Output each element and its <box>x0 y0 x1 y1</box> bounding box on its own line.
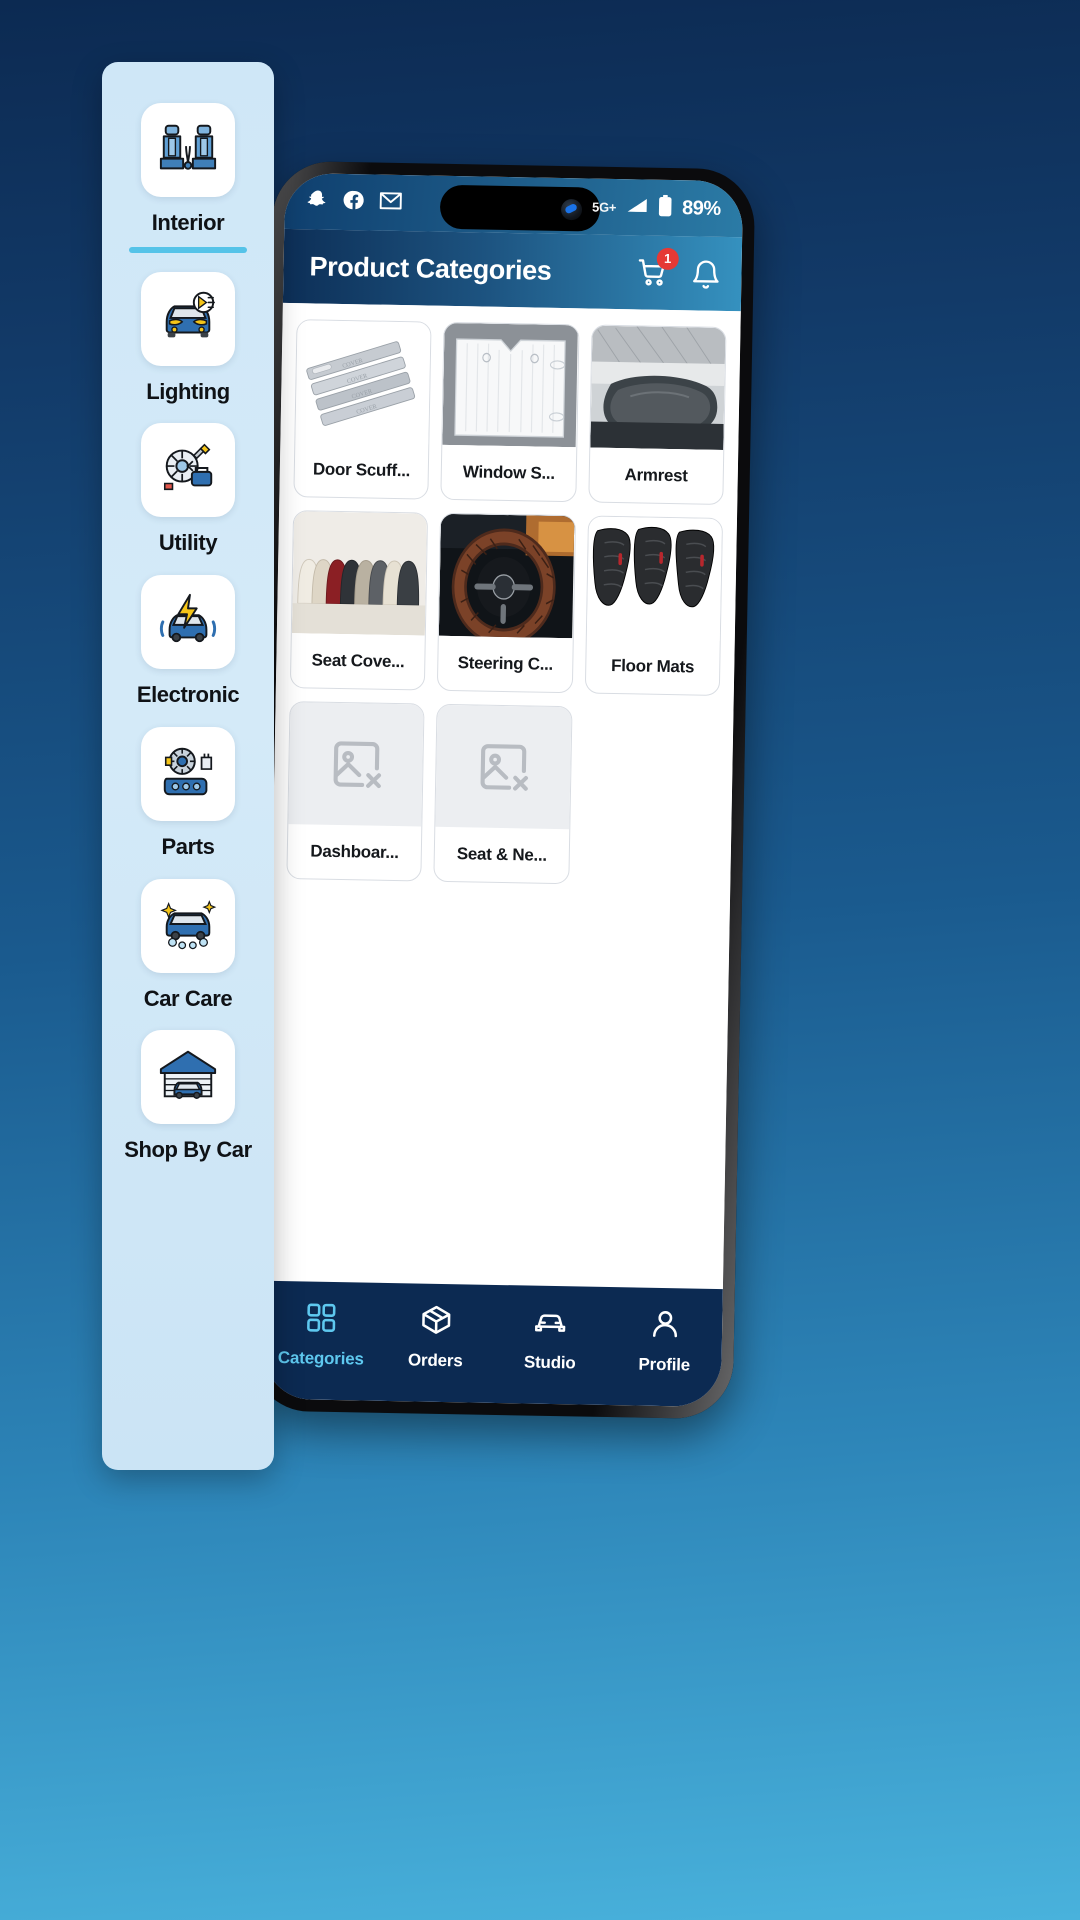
nav-label: Profile <box>638 1354 691 1375</box>
battery-icon <box>658 194 673 221</box>
active-indicator <box>129 246 247 253</box>
gmail-icon <box>379 190 403 215</box>
category-sidebar: Interior Lighting Utility Electronic Par… <box>102 62 274 1470</box>
package-box-icon <box>419 1303 454 1343</box>
sidebar-item-shop-by-car[interactable]: Shop By Car <box>102 1019 274 1169</box>
product-card-dashboard[interactable]: Dashboar... <box>286 701 425 882</box>
grid-squares-icon <box>304 1300 339 1340</box>
category-tile <box>141 878 235 973</box>
product-thumb-door-scuff-plates: COVER COVER COVER COVER <box>295 320 431 445</box>
sidebar-item-label: Electronic <box>136 682 240 708</box>
network-type-label: 5G+ <box>591 199 617 215</box>
sidebar-item-interior[interactable]: Interior <box>102 92 274 259</box>
sidebar-item-parts[interactable]: Parts <box>102 716 274 866</box>
nav-item-orders[interactable]: Orders <box>378 1302 494 1372</box>
person-icon <box>648 1307 683 1347</box>
front-camera-icon <box>560 198 583 220</box>
car-electric-icon <box>157 589 219 656</box>
cart-button[interactable]: 1 <box>636 247 679 289</box>
product-card-steering-cover[interactable]: Steering C... <box>437 512 576 694</box>
sidebar-item-label: Parts <box>161 833 215 859</box>
phone-device-frame: 5G+ 89% Product Categories 1 COVER COVER… <box>250 160 756 1420</box>
snapchat-icon <box>307 188 329 215</box>
garage-icon <box>157 1044 219 1111</box>
product-card-floor-mats[interactable]: Floor Mats <box>584 515 724 696</box>
sidebar-item-car-care[interactable]: Car Care <box>102 868 274 1018</box>
car-wash-icon <box>157 892 219 959</box>
sidebar-item-lighting[interactable]: Lighting <box>102 261 274 411</box>
product-label: Seat & Ne... <box>456 844 547 865</box>
product-label: Armrest <box>624 465 688 486</box>
sidebar-item-label: Lighting <box>146 378 230 404</box>
header-actions: 1 <box>636 247 722 290</box>
battery-percentage-label: 89% <box>681 196 721 220</box>
car-tools-icon <box>157 437 219 504</box>
product-thumb-floor-mats <box>586 516 722 641</box>
category-tile <box>141 575 235 670</box>
product-thumb-broken-image <box>288 702 424 827</box>
product-label: Steering C... <box>457 653 554 674</box>
sidebar-item-electronic[interactable]: Electronic <box>102 564 274 714</box>
camera-pill-cutout <box>439 184 601 232</box>
nav-item-categories[interactable]: Categories <box>263 1300 379 1370</box>
product-thumb-car-armrest <box>589 325 726 450</box>
car-seats-icon <box>157 117 219 184</box>
product-thumb-steering-cover <box>439 513 575 639</box>
cart-badge-count: 1 <box>656 247 679 271</box>
nav-item-studio[interactable]: Studio <box>492 1304 608 1374</box>
product-label: Floor Mats <box>610 655 695 677</box>
product-card-seat-neck[interactable]: Seat & Ne... <box>433 703 573 885</box>
app-header: Product Categories 1 <box>282 228 743 312</box>
category-tile <box>141 726 235 821</box>
product-thumb-seat-covers <box>291 511 428 636</box>
product-label: Window S... <box>462 462 555 483</box>
facebook-icon <box>343 188 365 215</box>
nav-label: Studio <box>523 1352 576 1373</box>
product-grid-container: COVER COVER COVER COVER Door Scuff... Wi… <box>264 302 741 1290</box>
product-label: Door Scuff... <box>312 459 411 481</box>
category-tile <box>141 1030 235 1125</box>
sidebar-item-label: Shop By Car <box>124 1137 252 1163</box>
product-label: Dashboar... <box>310 841 399 863</box>
car-headlight-icon <box>157 285 219 352</box>
product-card-seat-covers[interactable]: Seat Cove... <box>289 510 429 691</box>
category-tile <box>141 423 235 518</box>
product-thumb-window-sunshade <box>442 322 579 448</box>
page-title: Product Categories <box>309 250 552 286</box>
car-front-icon <box>532 1305 569 1345</box>
product-thumb-broken-image <box>435 704 572 830</box>
nav-label: Orders <box>407 1350 463 1371</box>
nav-label: Categories <box>277 1347 364 1369</box>
product-label: Seat Cove... <box>311 650 405 672</box>
status-bar: 5G+ 89% <box>284 172 744 238</box>
status-bar-notification-icons <box>307 188 403 217</box>
sidebar-item-label: Interior <box>151 210 225 235</box>
signal-bars-icon <box>625 195 649 220</box>
product-card-window-sunshade[interactable]: Window S... <box>440 321 580 503</box>
category-tile <box>141 271 235 366</box>
product-grid: COVER COVER COVER COVER Door Scuff... Wi… <box>286 319 727 887</box>
nav-item-profile[interactable]: Profile <box>607 1306 723 1376</box>
phone-screen: 5G+ 89% Product Categories 1 COVER COVER… <box>262 172 744 1408</box>
engine-parts-icon <box>157 740 219 807</box>
notifications-button[interactable] <box>690 258 722 290</box>
sidebar-item-utility[interactable]: Utility <box>102 412 274 562</box>
product-card-door-scuff[interactable]: COVER COVER COVER COVER Door Scuff... <box>293 319 432 500</box>
sidebar-item-label: Utility <box>158 530 218 556</box>
sidebar-item-label: Car Care <box>143 985 233 1011</box>
category-tile <box>141 103 235 197</box>
bottom-navigation-bar: Categories Orders Studio Profile <box>262 1280 723 1408</box>
product-card-armrest[interactable]: Armrest <box>587 324 727 505</box>
